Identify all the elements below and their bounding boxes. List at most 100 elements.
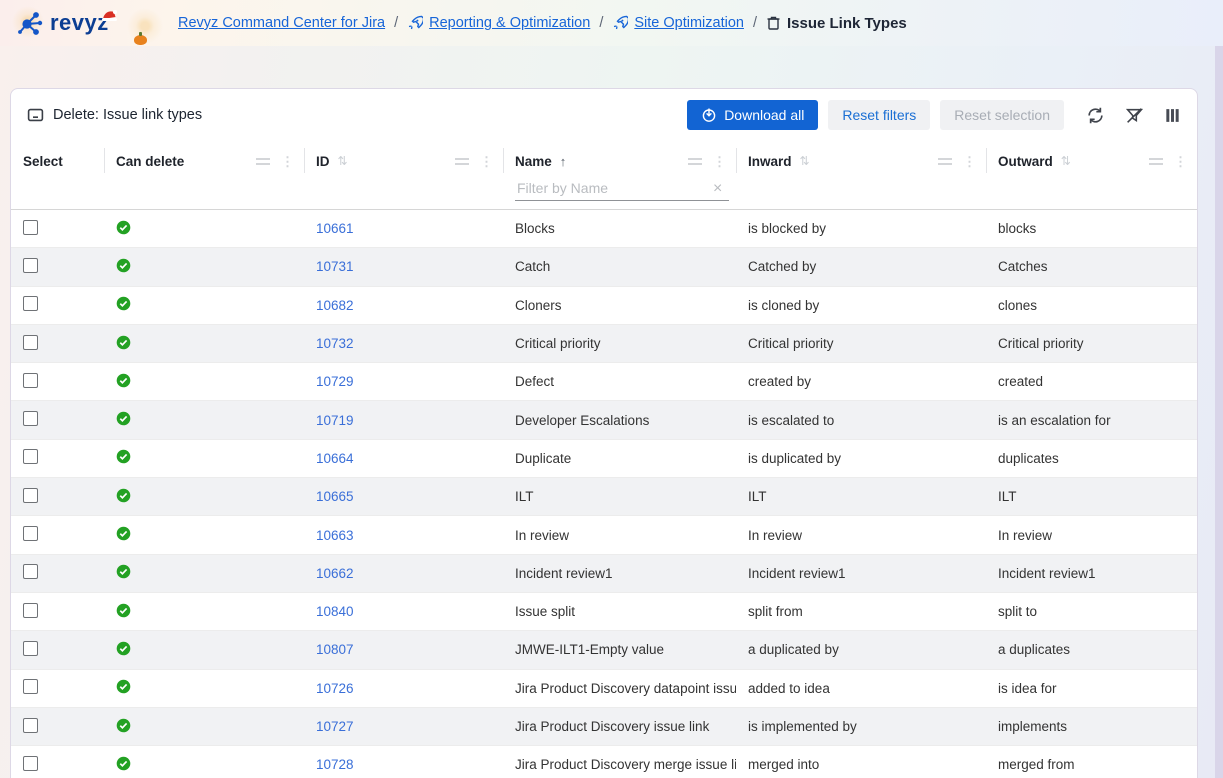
name-filter-input[interactable] xyxy=(515,177,729,201)
filter-off-icon[interactable] xyxy=(1125,106,1144,125)
row-checkbox[interactable] xyxy=(23,603,38,618)
outward-cell: a duplicates xyxy=(986,642,1197,657)
row-checkbox[interactable] xyxy=(23,488,38,503)
reset-selection-label: Reset selection xyxy=(954,107,1050,123)
can-delete-cell xyxy=(104,526,304,544)
id-link[interactable]: 10807 xyxy=(316,642,354,657)
row-checkbox[interactable] xyxy=(23,718,38,733)
name-cell: Jira Product Discovery issue link xyxy=(503,719,736,734)
column-header-controls: ⋮ xyxy=(455,155,493,168)
sort-icon[interactable]: ⇅ xyxy=(338,154,348,168)
filter-lines-icon[interactable] xyxy=(256,157,271,166)
row-checkbox[interactable] xyxy=(23,641,38,656)
name-cell: Duplicate xyxy=(503,451,736,466)
row-checkbox[interactable] xyxy=(23,756,38,771)
id-link[interactable]: 10719 xyxy=(316,413,354,428)
column-header-can-delete[interactable]: Can delete⋮ xyxy=(104,147,304,175)
select-cell xyxy=(11,756,104,774)
can-delete-cell xyxy=(104,335,304,353)
column-menu-icon[interactable]: ⋮ xyxy=(480,155,493,168)
table-row: 10661Blocksis blocked byblocks xyxy=(11,210,1197,248)
column-header-controls: ⋮ xyxy=(256,155,294,168)
column-header-label: Name xyxy=(515,154,552,169)
row-checkbox[interactable] xyxy=(23,220,38,235)
can-delete-cell xyxy=(104,603,304,621)
inward-cell: a duplicated by xyxy=(736,642,986,657)
column-header-name[interactable]: Name ↑ ⋮ xyxy=(503,147,736,175)
select-cell xyxy=(11,296,104,314)
inward-cell: created by xyxy=(736,374,986,389)
id-link[interactable]: 10728 xyxy=(316,757,354,772)
breadcrumb-link-site-optimization[interactable]: Site Optimization xyxy=(634,15,744,31)
sort-icon[interactable]: ⇅ xyxy=(1061,154,1071,168)
id-link[interactable]: 10661 xyxy=(316,221,354,236)
sort-icon[interactable]: ⇅ xyxy=(800,154,810,168)
row-checkbox[interactable] xyxy=(23,526,38,541)
id-link[interactable]: 10665 xyxy=(316,489,354,504)
table-row: 10665ILTILTILT xyxy=(11,478,1197,516)
download-all-button[interactable]: Download all xyxy=(687,100,818,130)
can-delete-check-icon xyxy=(116,564,131,579)
filter-lines-icon[interactable] xyxy=(455,157,470,166)
filter-lines-icon[interactable] xyxy=(688,157,703,166)
row-checkbox[interactable] xyxy=(23,679,38,694)
table-row: 10731CatchCatched byCatches xyxy=(11,248,1197,286)
columns-icon[interactable] xyxy=(1164,107,1181,124)
id-link[interactable]: 10840 xyxy=(316,604,354,619)
select-cell xyxy=(11,718,104,736)
can-delete-check-icon xyxy=(116,603,131,618)
id-link[interactable]: 10662 xyxy=(316,566,354,581)
column-header-id[interactable]: ID⇅⋮ xyxy=(304,147,503,175)
column-menu-icon[interactable]: ⋮ xyxy=(1174,155,1187,168)
can-delete-cell xyxy=(104,373,304,391)
can-delete-check-icon xyxy=(116,449,131,464)
id-link[interactable]: 10731 xyxy=(316,259,354,274)
filter-lines-icon[interactable] xyxy=(938,157,953,166)
name-filter-cell: × xyxy=(503,175,736,201)
row-checkbox[interactable] xyxy=(23,258,38,273)
column-header-outward[interactable]: Outward⇅⋮ xyxy=(986,147,1197,175)
row-checkbox[interactable] xyxy=(23,564,38,579)
row-checkbox[interactable] xyxy=(23,296,38,311)
inward-cell: is duplicated by xyxy=(736,451,986,466)
id-link[interactable]: 10682 xyxy=(316,298,354,313)
column-menu-icon[interactable]: ⋮ xyxy=(713,155,726,168)
filter-lines-icon[interactable] xyxy=(1149,157,1164,166)
clear-filter-icon[interactable]: × xyxy=(713,180,722,198)
refresh-icon[interactable] xyxy=(1086,106,1105,125)
id-link[interactable]: 10663 xyxy=(316,528,354,543)
sort-ascending-icon[interactable]: ↑ xyxy=(560,154,567,169)
name-cell: Critical priority xyxy=(503,336,736,351)
can-delete-check-icon xyxy=(116,488,131,503)
column-header-controls: ⋮ xyxy=(938,155,976,168)
table-row: 10682Clonersis cloned byclones xyxy=(11,287,1197,325)
breadcrumb-link-reporting-optimization[interactable]: Reporting & Optimization xyxy=(429,15,590,31)
name-cell: Cloners xyxy=(503,298,736,313)
id-link[interactable]: 10732 xyxy=(316,336,354,351)
outward-cell: merged from xyxy=(986,757,1197,772)
column-menu-icon[interactable]: ⋮ xyxy=(281,155,294,168)
vertical-scrollbar[interactable] xyxy=(1215,46,1223,778)
reset-filters-label: Reset filters xyxy=(842,107,916,123)
card-title: Delete: Issue link types xyxy=(27,107,202,123)
inward-cell: is implemented by xyxy=(736,719,986,734)
breadcrumb-link-command-center[interactable]: Revyz Command Center for Jira xyxy=(178,15,385,31)
reset-filters-button[interactable]: Reset filters xyxy=(828,100,930,130)
reset-selection-button[interactable]: Reset selection xyxy=(940,100,1064,130)
id-link[interactable]: 10726 xyxy=(316,681,354,696)
id-link[interactable]: 10664 xyxy=(316,451,354,466)
row-checkbox[interactable] xyxy=(23,411,38,426)
outward-cell: Critical priority xyxy=(986,336,1197,351)
column-menu-icon[interactable]: ⋮ xyxy=(963,155,976,168)
row-checkbox[interactable] xyxy=(23,373,38,388)
table-header-row: SelectCan delete⋮ID⇅⋮Name↑⋮Inward⇅⋮Outwa… xyxy=(11,147,1197,175)
column-header-select[interactable]: Select xyxy=(11,147,104,175)
row-checkbox[interactable] xyxy=(23,335,38,350)
can-delete-cell xyxy=(104,679,304,697)
select-cell xyxy=(11,373,104,391)
id-link[interactable]: 10729 xyxy=(316,374,354,389)
select-cell xyxy=(11,488,104,506)
column-header-inward[interactable]: Inward⇅⋮ xyxy=(736,147,986,175)
id-link[interactable]: 10727 xyxy=(316,719,354,734)
row-checkbox[interactable] xyxy=(23,449,38,464)
